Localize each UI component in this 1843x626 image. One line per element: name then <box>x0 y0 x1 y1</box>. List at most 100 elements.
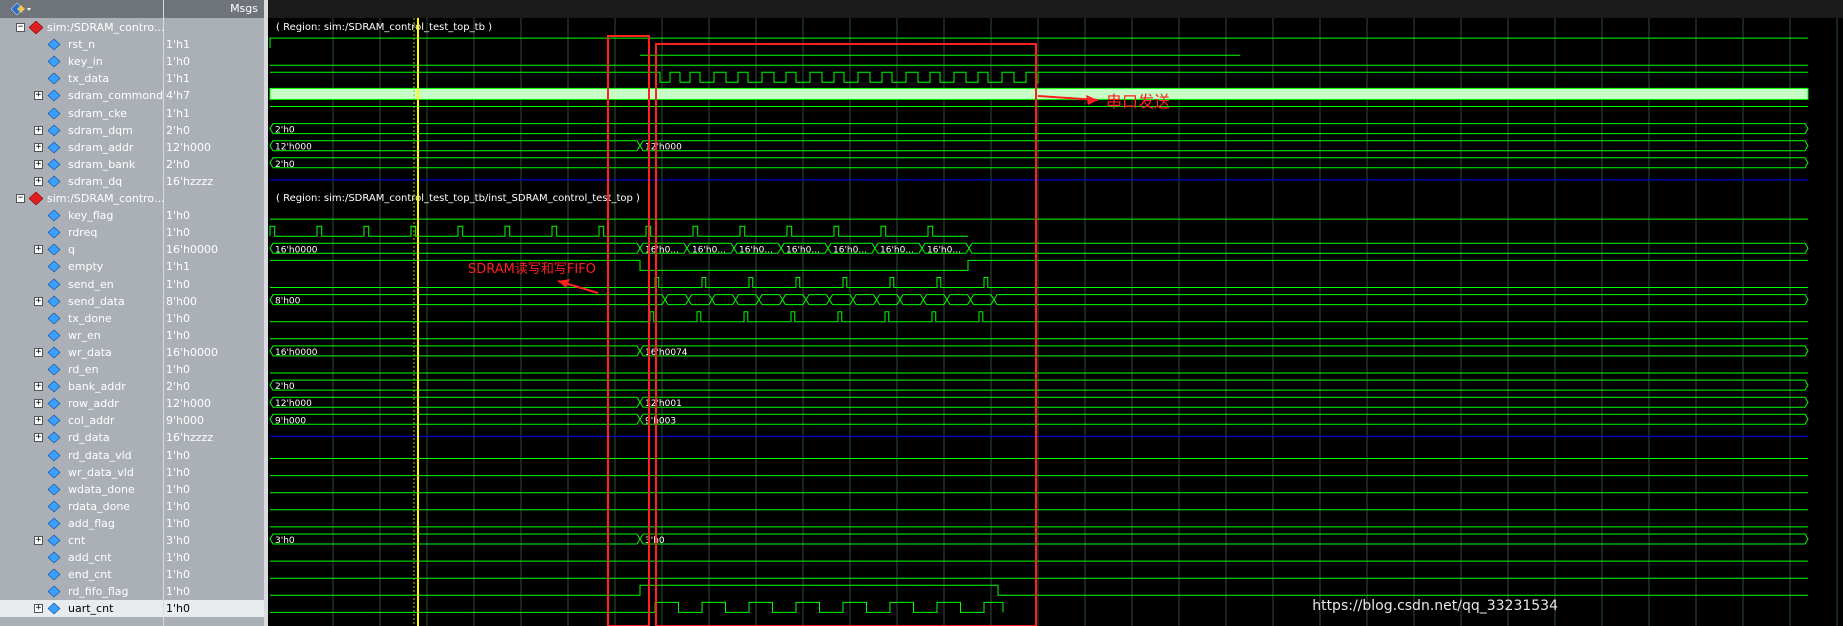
expand-icon[interactable]: + <box>34 604 43 614</box>
expand-icon[interactable]: + <box>34 125 43 135</box>
collapse-icon[interactable]: − <box>16 23 25 32</box>
expand-icon[interactable]: + <box>34 536 43 545</box>
bus-segment <box>269 345 641 357</box>
bus-segment <box>946 294 972 306</box>
bus-segment <box>781 294 807 306</box>
bus-value: 12'h000 <box>645 143 682 153</box>
signal-row[interactable]: rst_n <box>0 36 163 53</box>
bus-value: 12'h000 <box>275 399 312 409</box>
collapse-icon[interactable]: − <box>16 194 25 203</box>
signal-value: 1'h0 <box>166 226 190 240</box>
expand-icon[interactable]: + <box>34 382 43 392</box>
signal-row[interactable]: rdreq <box>0 224 163 241</box>
signal-row[interactable]: wr_en <box>0 327 163 344</box>
signal-row[interactable]: empty <box>0 258 163 275</box>
group-row[interactable]: − sim:/SDRAM_contro... <box>0 19 164 36</box>
signal-row[interactable]: key_flag <box>0 207 163 224</box>
expand-icon[interactable]: + <box>34 176 43 186</box>
signal-value: 16'hzzzz <box>166 174 214 188</box>
rdreq-wave <box>269 225 968 237</box>
signal-row[interactable]: + sdram_bank <box>0 156 163 173</box>
signal-value: 16'h0000 <box>166 243 218 257</box>
bus-value: 16'h0... <box>833 245 867 255</box>
msgs-header-label: Msgs <box>230 2 258 15</box>
signal-value: 1'h1 <box>166 38 190 52</box>
signal-row[interactable]: + wr_data <box>0 344 163 361</box>
signal-icon <box>47 431 61 444</box>
signal-row[interactable]: rdata_done <box>0 498 163 515</box>
signal-name: key_in <box>68 55 103 69</box>
signal-row[interactable]: wr_data_vld <box>0 464 163 481</box>
signal-row[interactable]: end_cnt <box>0 566 163 583</box>
signal-value: 1'h0 <box>166 499 190 513</box>
uart-label: 串口发送 <box>1106 92 1170 111</box>
signal-row[interactable]: send_en <box>0 276 163 293</box>
signal-row[interactable]: + cnt <box>0 532 163 549</box>
signal-value: 1'h0 <box>166 448 190 462</box>
expand-icon[interactable]: + <box>34 91 43 101</box>
signal-row[interactable]: + sdram_dq <box>0 173 163 190</box>
wave-header <box>268 0 1843 18</box>
signal-value: 9'h000 <box>166 414 204 428</box>
signal-value: 16'h0000 <box>166 345 218 359</box>
signal-icon <box>47 568 61 581</box>
signal-row[interactable]: rd_en <box>0 361 163 378</box>
signal-icon <box>47 585 61 598</box>
signal-row[interactable]: + sdram_commond <box>0 87 163 104</box>
wave-pane[interactable]: ( Region: sim:/SDRAM_control_test_top_tb… <box>268 18 1843 626</box>
signal-value <box>164 19 264 36</box>
bus-segment <box>639 533 1809 545</box>
signal-name: wr_data <box>68 345 112 359</box>
signal-value: 1'h0 <box>166 465 190 479</box>
signal-row[interactable]: add_cnt <box>0 549 163 566</box>
signal-icon <box>47 534 61 547</box>
signal-name: sdram_bank <box>68 157 136 171</box>
signal-row[interactable]: rd_fifo_flag <box>0 583 163 600</box>
signal-row[interactable]: key_in <box>0 53 163 70</box>
commond-bus <box>269 87 1809 100</box>
bus-segment <box>687 294 713 306</box>
fifoflag-wave <box>270 584 1808 596</box>
expand-icon[interactable]: + <box>34 142 43 152</box>
signal-row[interactable]: + sdram_addr <box>0 139 163 156</box>
signal-row[interactable]: sdram_cke <box>0 105 163 122</box>
signal-name: add_flag <box>68 516 115 530</box>
signal-name: rd_en <box>68 363 99 376</box>
expand-icon[interactable]: + <box>34 347 43 357</box>
signal-row[interactable]: + uart_cnt <box>0 600 163 618</box>
expand-icon[interactable]: + <box>34 399 43 409</box>
bus-segment <box>639 396 1809 408</box>
signal-row[interactable]: + sdram_dqm <box>0 122 163 139</box>
expand-icon[interactable]: + <box>34 296 43 306</box>
signal-row[interactable]: tx_done <box>0 310 163 327</box>
signal-row[interactable]: wdata_done <box>0 481 163 498</box>
signal-name: wr_data_vld <box>68 465 134 479</box>
signals-dropdown-icon[interactable] <box>10 2 32 16</box>
bus-segment <box>922 294 948 306</box>
signal-value: 1'h0 <box>166 209 190 223</box>
expand-icon[interactable]: + <box>34 245 43 255</box>
group-row[interactable]: − sim:/SDRAM_contro... <box>0 190 164 207</box>
expand-icon[interactable]: + <box>34 433 43 443</box>
signal-row[interactable]: + col_addr <box>0 412 163 429</box>
bus-segment <box>639 140 1809 152</box>
bus-value: 3'h0 <box>275 536 295 546</box>
bus-segment <box>993 294 1809 306</box>
signal-row[interactable]: + send_data <box>0 293 163 310</box>
bus-value: 2'h0 <box>275 382 295 392</box>
bus-segment <box>269 123 1809 135</box>
signal-row[interactable]: tx_data <box>0 70 163 87</box>
signal-row[interactable]: add_flag <box>0 515 163 532</box>
bus-segment <box>269 157 1809 169</box>
signal-row[interactable]: + row_addr <box>0 395 163 412</box>
signal-name: cnt <box>68 534 86 547</box>
signal-row[interactable]: + q <box>0 241 163 258</box>
sdram-region-box <box>607 35 650 626</box>
expand-icon[interactable]: + <box>34 416 43 426</box>
signal-icon <box>47 141 61 154</box>
signal-row[interactable]: + rd_data <box>0 429 163 446</box>
signal-row[interactable]: rd_data_vld <box>0 447 163 464</box>
expand-icon[interactable]: + <box>34 159 43 169</box>
signal-icon <box>47 89 61 102</box>
signal-row[interactable]: + bank_addr <box>0 378 163 395</box>
